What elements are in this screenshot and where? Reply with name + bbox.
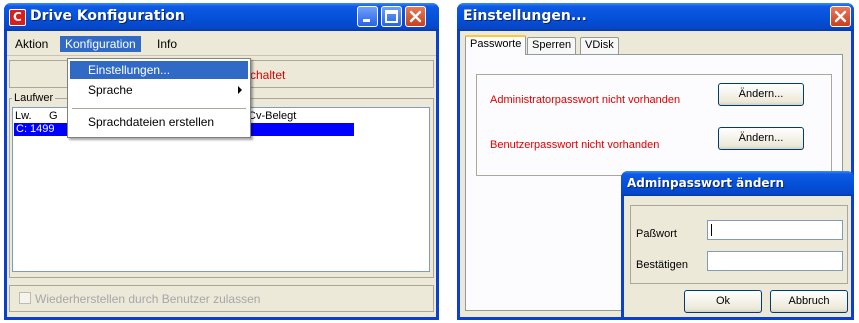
password-fields-group bbox=[630, 205, 848, 284]
user-password-status: Benutzerpasswort nicht vorhanden bbox=[490, 139, 660, 151]
tab-vdisk[interactable]: VDisk bbox=[580, 37, 619, 54]
confirm-label: Bestätigen bbox=[636, 259, 688, 271]
drive-config-window: C Drive Konfiguration Aktion Konfigurati… bbox=[4, 3, 439, 320]
change-user-password-button[interactable]: Ändern... bbox=[718, 127, 804, 150]
admin-password-status: Administratorpasswort nicht vorhanden bbox=[490, 94, 681, 106]
title-bar[interactable]: Einstellungen... bbox=[457, 3, 854, 31]
window-title: Einstellungen... bbox=[463, 8, 587, 24]
title-bar[interactable]: Adminpasswort ändern bbox=[621, 171, 854, 196]
menu-konfiguration[interactable]: Konfiguration bbox=[60, 36, 141, 52]
column-header-g[interactable]: G bbox=[49, 110, 58, 122]
password-label: Paßwort bbox=[636, 228, 677, 240]
restore-checkbox-label: Wiederherstellen durch Benutzer zulassen bbox=[35, 292, 261, 306]
password-input[interactable] bbox=[707, 220, 843, 240]
tab-passworte[interactable]: Passworte bbox=[465, 35, 527, 55]
close-icon bbox=[834, 10, 847, 23]
confirm-input[interactable] bbox=[707, 251, 843, 271]
change-admin-password-button[interactable]: Ändern... bbox=[718, 83, 804, 106]
menu-bar: Aktion Konfiguration Info bbox=[7, 33, 436, 56]
title-bar[interactable]: C Drive Konfiguration bbox=[4, 3, 439, 31]
menu-item-einstellungen[interactable]: Einstellungen... bbox=[70, 61, 248, 79]
column-header-belegt[interactable]: Cv-Belegt bbox=[248, 110, 296, 122]
window-title: Drive Konfiguration bbox=[30, 8, 185, 24]
admin-password-dialog: Adminpasswort ändern Paßwort Bestätigen … bbox=[621, 171, 854, 320]
menu-item-sprache[interactable]: Sprache bbox=[70, 81, 248, 99]
text-caret bbox=[711, 224, 712, 236]
maximize-icon bbox=[385, 10, 398, 23]
close-button[interactable] bbox=[830, 6, 851, 27]
close-icon bbox=[409, 10, 422, 23]
minimize-icon bbox=[363, 19, 370, 22]
submenu-arrow-icon bbox=[238, 86, 242, 94]
app-icon: C bbox=[9, 9, 26, 26]
restore-checkbox[interactable] bbox=[19, 292, 31, 304]
menu-item-sprachdateien[interactable]: Sprachdateien erstellen bbox=[70, 113, 248, 131]
konfiguration-dropdown: Einstellungen... Sprache Sprachdateien e… bbox=[67, 58, 251, 138]
drive-row-label: C: 1499 bbox=[16, 123, 55, 135]
column-header-lw[interactable]: Lw. bbox=[15, 110, 32, 122]
menu-item-sprache-label: Sprache bbox=[88, 83, 133, 97]
cancel-button[interactable]: Abbruch bbox=[770, 290, 848, 313]
tab-sperren[interactable]: Sperren bbox=[527, 37, 577, 54]
menu-aktion[interactable]: Aktion bbox=[10, 36, 53, 52]
menu-info[interactable]: Info bbox=[152, 36, 182, 52]
menu-separator bbox=[72, 108, 246, 109]
drives-group-title: Laufwer bbox=[12, 92, 56, 104]
maximize-button[interactable] bbox=[381, 6, 402, 27]
dialog-title: Adminpasswort ändern bbox=[627, 176, 785, 190]
minimize-button[interactable] bbox=[357, 6, 378, 27]
ok-button[interactable]: Ok bbox=[684, 290, 762, 313]
close-button[interactable] bbox=[405, 6, 426, 27]
